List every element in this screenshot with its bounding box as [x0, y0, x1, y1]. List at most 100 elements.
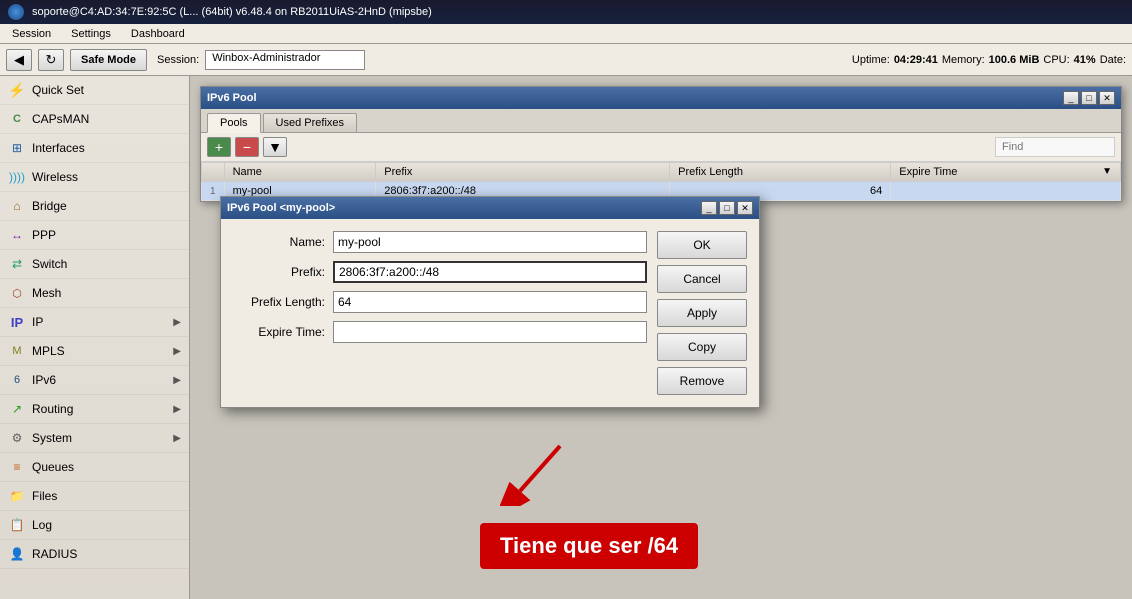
apply-button[interactable]: Apply — [657, 299, 747, 327]
sidebar-item-log[interactable]: 📋 Log — [0, 511, 189, 540]
routing-arrow-icon: ▶ — [173, 404, 181, 415]
sidebar-item-label: CAPsMAN — [32, 112, 89, 126]
remove-button[interactable]: − — [235, 137, 259, 157]
sidebar-item-radius[interactable]: 👤 RADIUS — [0, 540, 189, 569]
prefix-input[interactable] — [333, 261, 647, 283]
modal-close-button[interactable]: ✕ — [737, 201, 753, 215]
col-num — [202, 163, 225, 182]
ppp-icon: ↔ — [8, 226, 26, 244]
refresh-button[interactable]: ↻ — [38, 49, 64, 71]
system-icon: ⚙ — [8, 429, 26, 447]
col-name[interactable]: Name — [224, 163, 376, 182]
expire-time-label: Expire Time: — [233, 325, 333, 339]
sidebar-item-capsman[interactable]: C CAPsMAN — [0, 105, 189, 134]
radius-icon: 👤 — [8, 545, 26, 563]
expire-time-row: Expire Time: — [233, 321, 647, 343]
sidebar-item-ip[interactable]: IP IP ▶ — [0, 308, 189, 337]
status-bar: Uptime: 04:29:41 Memory: 100.6 MiB CPU: … — [852, 54, 1126, 66]
sidebar-item-bridge[interactable]: ⌂ Bridge — [0, 192, 189, 221]
copy-button[interactable]: Copy — [657, 333, 747, 361]
modal-window-controls: _ □ ✕ — [701, 201, 753, 215]
modal-title: IPv6 Pool <my-pool> — [227, 202, 335, 214]
sidebar-item-label: Switch — [32, 257, 67, 271]
menu-settings[interactable]: Settings — [63, 27, 119, 41]
form-section: Name: Prefix: Prefix Length: Expire Time… — [233, 231, 647, 395]
files-icon: 📁 — [8, 487, 26, 505]
log-icon: 📋 — [8, 516, 26, 534]
sidebar-item-routing[interactable]: ↗ Routing ▶ — [0, 395, 189, 424]
filter-button[interactable]: ▼ — [263, 137, 287, 157]
sidebar-item-quick-set[interactable]: ⚡ Quick Set — [0, 76, 189, 105]
modal-title-bar[interactable]: IPv6 Pool <my-pool> _ □ ✕ — [221, 197, 759, 219]
name-input[interactable] — [333, 231, 647, 253]
tab-pools[interactable]: Pools — [207, 113, 261, 133]
sidebar-item-label: Queues — [32, 460, 74, 474]
sidebar-item-mpls[interactable]: M MPLS ▶ — [0, 337, 189, 366]
menu-session[interactable]: Session — [4, 27, 59, 41]
modal-maximize-button[interactable]: □ — [719, 201, 735, 215]
col-prefix-length[interactable]: Prefix Length — [670, 163, 891, 182]
sidebar-item-label: IP — [32, 315, 43, 329]
sidebar-item-files[interactable]: 📁 Files — [0, 482, 189, 511]
ipv6-icon: 6 — [8, 371, 26, 389]
modal-body: Name: Prefix: Prefix Length: Expire Time… — [221, 219, 759, 407]
modal-dialog: IPv6 Pool <my-pool> _ □ ✕ Name: Prefix: — [220, 196, 760, 408]
add-button[interactable]: + — [207, 137, 231, 157]
prefix-label: Prefix: — [233, 265, 333, 279]
back-button[interactable]: ◀ — [6, 49, 32, 71]
table-dropdown-icon[interactable]: ▼ — [1102, 166, 1112, 177]
app-logo — [8, 4, 24, 20]
sidebar-item-interfaces[interactable]: ⊞ Interfaces — [0, 134, 189, 163]
sidebar-item-label: Log — [32, 518, 52, 532]
tab-bar: Pools Used Prefixes — [201, 109, 1121, 133]
prefix-length-label: Prefix Length: — [233, 295, 333, 309]
modal-minimize-button[interactable]: _ — [701, 201, 717, 215]
safe-mode-button[interactable]: Safe Mode — [70, 49, 147, 71]
menu-dashboard[interactable]: Dashboard — [123, 27, 193, 41]
sidebar-item-system[interactable]: ⚙ System ▶ — [0, 424, 189, 453]
quick-set-icon: ⚡ — [8, 81, 26, 99]
queues-icon: ≡ — [8, 458, 26, 476]
maximize-button[interactable]: □ — [1081, 91, 1097, 105]
ipv6-pool-title-bar[interactable]: IPv6 Pool _ □ ✕ — [201, 87, 1121, 109]
button-section: OK Cancel Apply Copy Remove — [657, 231, 747, 395]
ok-button[interactable]: OK — [657, 231, 747, 259]
expire-time-input[interactable] — [333, 321, 647, 343]
annotation-label: Tiene que ser /64 — [480, 523, 698, 569]
sidebar-item-label: PPP — [32, 228, 56, 242]
ip-arrow-icon: ▶ — [173, 317, 181, 328]
mpls-arrow-icon: ▶ — [173, 346, 181, 357]
menu-bar: Session Settings Dashboard — [0, 24, 1132, 44]
window-controls: _ □ ✕ — [1063, 91, 1115, 105]
sidebar-item-label: Mesh — [32, 286, 61, 300]
cpu-value: 41% — [1074, 54, 1096, 66]
ip-icon: IP — [8, 313, 26, 331]
close-button[interactable]: ✕ — [1099, 91, 1115, 105]
col-prefix[interactable]: Prefix — [376, 163, 670, 182]
prefix-length-input[interactable] — [333, 291, 647, 313]
sidebar-item-ppp[interactable]: ↔ PPP — [0, 221, 189, 250]
content-area: IPv6 Pool _ □ ✕ Pools Used Prefixes + − … — [190, 76, 1132, 599]
title-text: soporte@C4:AD:34:7E:92:5C (L... (64bit) … — [32, 6, 432, 18]
sidebar-item-mesh[interactable]: ⬡ Mesh — [0, 279, 189, 308]
mesh-icon: ⬡ — [8, 284, 26, 302]
tab-used-prefixes[interactable]: Used Prefixes — [263, 113, 357, 132]
row-expire-time — [891, 182, 1121, 201]
uptime-label: Uptime: — [852, 54, 890, 66]
sidebar-item-queues[interactable]: ≡ Queues — [0, 453, 189, 482]
prefix-length-row: Prefix Length: — [233, 291, 647, 313]
session-value: Winbox-Administrador — [205, 50, 365, 70]
sidebar-item-ipv6[interactable]: 6 IPv6 ▶ — [0, 366, 189, 395]
sidebar-item-switch[interactable]: ⇄ Switch — [0, 250, 189, 279]
sidebar-item-label: MPLS — [32, 344, 65, 358]
find-input[interactable] — [995, 137, 1115, 157]
sidebar-item-wireless[interactable]: )))) Wireless — [0, 163, 189, 192]
col-expire-time[interactable]: Expire Time ▼ — [891, 163, 1121, 182]
cancel-button[interactable]: Cancel — [657, 265, 747, 293]
remove-button[interactable]: Remove — [657, 367, 747, 395]
sidebar-item-label: Quick Set — [32, 83, 84, 97]
sidebar-item-label: IPv6 — [32, 373, 56, 387]
memory-value: 100.6 MiB — [989, 54, 1040, 66]
main-layout: ⚡ Quick Set C CAPsMAN ⊞ Interfaces )))) … — [0, 76, 1132, 599]
minimize-button[interactable]: _ — [1063, 91, 1079, 105]
